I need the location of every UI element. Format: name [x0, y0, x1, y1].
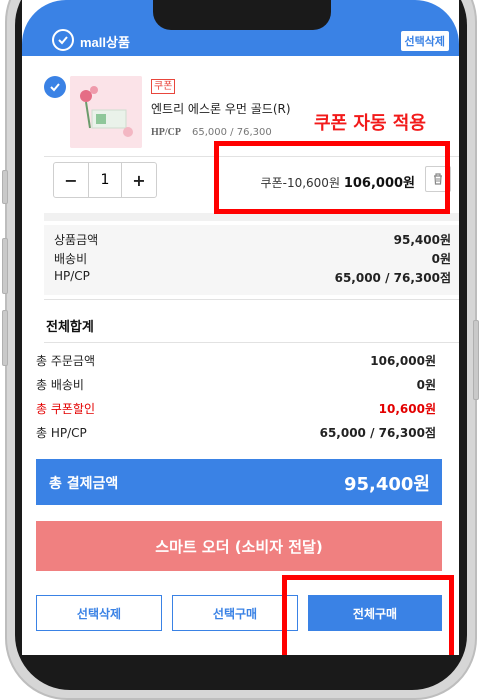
header-title: mall상품	[80, 35, 130, 50]
section-divider	[44, 213, 459, 221]
product-check-icon[interactable]	[44, 76, 66, 98]
summary-value: 0원	[431, 252, 451, 266]
divider	[44, 342, 459, 343]
plus-button[interactable]: +	[122, 163, 156, 197]
side-button-right	[473, 320, 479, 400]
product-hp-label: HP/CP	[151, 127, 181, 138]
total-label: 총 HP/CP	[36, 426, 87, 440]
cart-header: mall상품 선택삭제	[22, 26, 459, 56]
totals-list: 총 주문금액 106,000원 총 배송비 0원 총 쿠폰할인 10,600원 …	[36, 345, 451, 445]
summary-label: HP/CP	[54, 269, 90, 283]
summary-label: 배송비	[54, 252, 88, 266]
coupon-tag: 쿠폰	[151, 79, 176, 94]
item-summary: 상품금액 95,400원 배송비 0원 HP/CP 65,000 / 76,30…	[44, 225, 459, 295]
screen: mall상품 선택삭제 쿠폰 엔트리 에스론 우먼 골드(R) HP/CP 65…	[22, 0, 459, 655]
divider	[44, 299, 459, 300]
product-item: 쿠폰 엔트리 에스론 우먼 골드(R) HP/CP 65,000 / 76,30…	[22, 60, 459, 150]
product-thumbnail[interactable]	[70, 76, 142, 148]
summary-label: 상품금액	[54, 233, 99, 247]
side-button-left-3	[2, 310, 8, 366]
payment-label: 총 결제금액	[49, 476, 119, 492]
total-value-coupon: 10,600원	[378, 402, 436, 416]
total-label-coupon: 총 쿠폰할인	[36, 402, 96, 416]
quantity-stepper: − 1 +	[53, 162, 157, 198]
smart-order-button[interactable]: 스마트 오더 (소비자 전달)	[36, 521, 442, 571]
product-name[interactable]: 엔트리 에스론 우먼 골드(R)	[151, 100, 291, 117]
annotation-box-coupon	[214, 141, 450, 214]
summary-value: 65,000 / 76,300점	[334, 271, 451, 285]
product-hp-value: 65,000 / 76,300	[192, 127, 272, 138]
side-button-left-1	[2, 170, 8, 204]
total-value: 65,000 / 76,300점	[319, 426, 436, 440]
minus-button[interactable]: −	[54, 163, 88, 197]
payment-total-bar: 총 결제금액 95,400원	[36, 459, 442, 505]
delete-selected-button[interactable]: 선택삭제	[36, 595, 162, 631]
total-value: 106,000원	[370, 354, 436, 368]
header-delete-selected-button[interactable]: 선택삭제	[400, 31, 449, 51]
summary-value: 95,400원	[393, 233, 451, 247]
totals-title: 전체합계	[46, 320, 94, 335]
side-button-left-2	[2, 238, 8, 294]
buy-selected-button[interactable]: 선택구매	[172, 595, 298, 631]
annotation-box-buy-all	[282, 575, 454, 655]
check-circle-icon[interactable]	[52, 29, 74, 51]
total-label: 총 주문금액	[36, 354, 96, 368]
payment-value: 95,400원	[343, 474, 430, 495]
annotation-coupon-auto: 쿠폰 자동 적용	[314, 113, 426, 134]
quantity-value[interactable]: 1	[88, 163, 122, 197]
total-label: 총 배송비	[36, 378, 84, 392]
total-value: 0원	[416, 378, 436, 392]
